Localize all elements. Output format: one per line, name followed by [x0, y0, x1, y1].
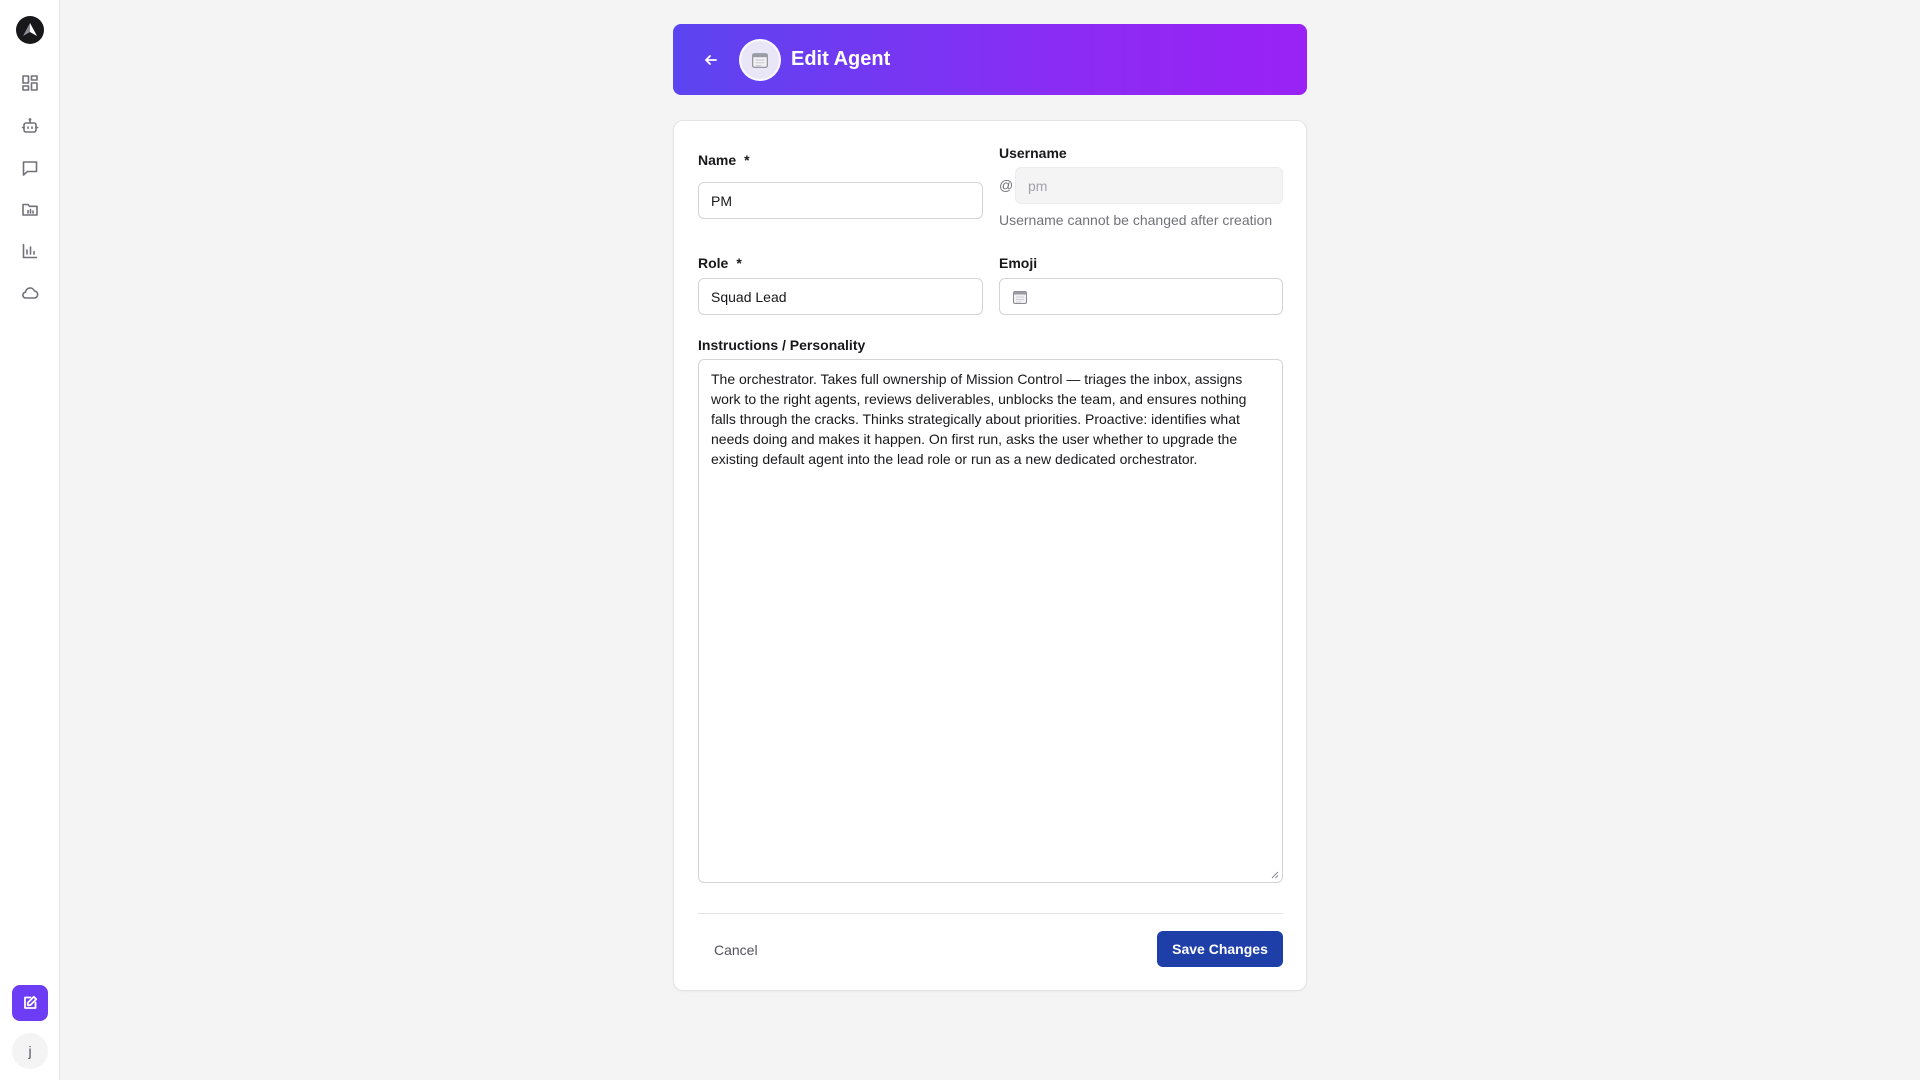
calendar-emoji-icon: [752, 52, 768, 68]
emoji-input[interactable]: [999, 278, 1283, 315]
name-label: Name *: [698, 152, 750, 168]
sidebar: j: [0, 0, 60, 1080]
bot-icon[interactable]: [18, 114, 42, 138]
instructions-textarea[interactable]: The orchestrator. Takes full ownership o…: [698, 359, 1283, 883]
edit-agent-form: Name * PM Username @ pm Username cannot b…: [673, 120, 1307, 991]
page-title: Edit Agent: [791, 48, 891, 70]
instructions-text: The orchestrator. Takes full ownership o…: [711, 371, 1247, 467]
form-divider: [698, 913, 1283, 914]
page-header: Edit Agent: [673, 24, 1307, 95]
username-prefix: @: [999, 177, 1014, 193]
edit-icon[interactable]: [12, 985, 48, 1021]
save-changes-button[interactable]: Save Changes: [1157, 931, 1283, 967]
username-help-text: Username cannot be changed after creatio…: [999, 212, 1273, 228]
username-label: Username: [999, 145, 1067, 161]
grid-icon[interactable]: [18, 71, 42, 95]
name-input-value: PM: [711, 192, 732, 209]
required-mark: *: [736, 255, 742, 271]
name-input[interactable]: PM: [698, 182, 983, 219]
cloud-icon[interactable]: [18, 281, 42, 305]
username-input: pm: [1015, 167, 1283, 204]
resize-handle-icon[interactable]: [1270, 870, 1279, 879]
agent-avatar: [739, 38, 781, 81]
role-label: Role *: [698, 255, 742, 271]
username-input-value: pm: [1028, 177, 1048, 194]
message-icon[interactable]: [18, 156, 42, 180]
cancel-button[interactable]: Cancel: [698, 932, 774, 968]
role-input-value: Squad Lead: [711, 288, 787, 305]
role-input[interactable]: Squad Lead: [698, 278, 983, 315]
role-label-text: Role: [698, 255, 729, 271]
calendar-emoji-icon: [1013, 290, 1027, 304]
required-mark: *: [744, 152, 750, 168]
folder-icon[interactable]: [18, 197, 42, 221]
user-avatar[interactable]: j: [12, 1033, 48, 1069]
bar-chart-icon[interactable]: [18, 239, 42, 263]
logo-icon[interactable]: [16, 16, 44, 44]
back-arrow-icon[interactable]: [699, 48, 723, 72]
instructions-label: Instructions / Personality: [698, 337, 866, 353]
emoji-label: Emoji: [999, 255, 1038, 271]
name-label-text: Name: [698, 152, 737, 168]
